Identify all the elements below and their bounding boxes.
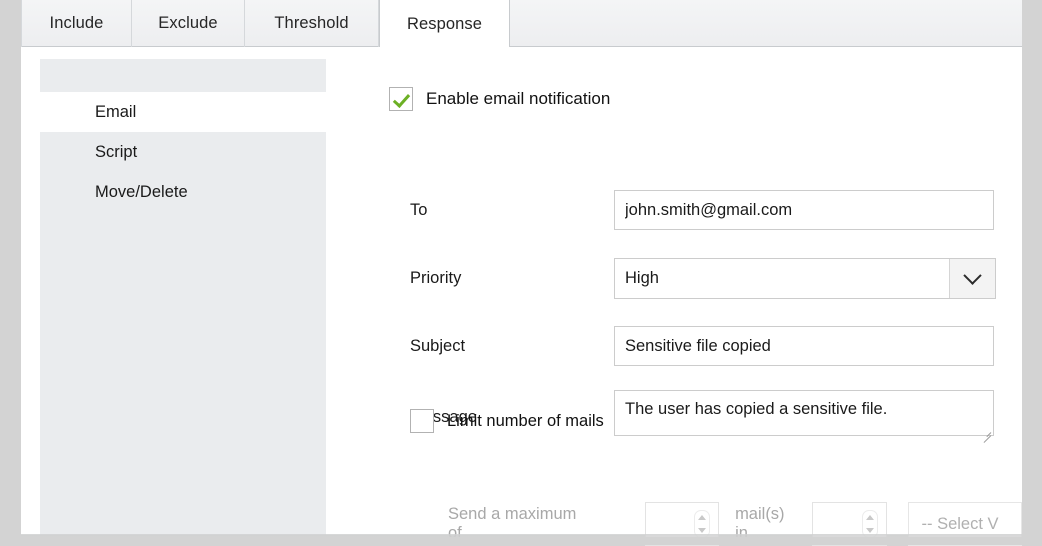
tab-label: Response (407, 15, 482, 34)
to-label: To (389, 201, 614, 220)
tab-label: Exclude (158, 14, 217, 33)
subject-input[interactable] (614, 326, 994, 366)
sidebar-item-label: Email (95, 103, 136, 122)
response-panel: Email Script Move/Delete Enable email no… (21, 47, 1022, 535)
response-sidebar: Email Script Move/Delete (40, 59, 326, 535)
priority-selected-value: High (615, 259, 949, 298)
to-input[interactable] (614, 190, 994, 230)
enable-email-checkbox[interactable] (389, 87, 413, 111)
priority-select[interactable]: High (614, 258, 996, 299)
tab-label: Threshold (274, 14, 348, 33)
sidebar-item-move-delete[interactable]: Move/Delete (40, 172, 326, 212)
tab-exclude[interactable]: Exclude (132, 0, 245, 47)
to-field-row: To (389, 190, 994, 230)
tab-label: Include (50, 14, 104, 33)
tab-threshold[interactable]: Threshold (245, 0, 379, 47)
message-textarea[interactable] (614, 390, 994, 436)
priority-field-row: Priority High (389, 258, 996, 299)
limit-mails-label: Limit number of mails (447, 412, 604, 431)
tab-response[interactable]: Response (379, 0, 510, 47)
bottom-page-margin (0, 537, 1042, 545)
limit-mails-row: Limit number of mails (410, 409, 604, 433)
chevron-down-icon (963, 266, 981, 284)
enable-email-row: Enable email notification (389, 87, 610, 111)
limit-mails-checkbox[interactable] (410, 409, 434, 433)
message-textarea-wrapper (614, 390, 994, 441)
application-window: Include Exclude Threshold Response Email… (0, 0, 1042, 545)
tab-include[interactable]: Include (21, 0, 132, 47)
right-page-margin (1022, 0, 1042, 545)
sidebar-item-email[interactable]: Email (40, 92, 347, 132)
enable-email-label: Enable email notification (426, 89, 610, 109)
sidebar-item-label: Script (95, 143, 137, 162)
subject-field-row: Subject (389, 326, 994, 366)
sidebar-item-script[interactable]: Script (40, 132, 326, 172)
sidebar-item-label: Move/Delete (95, 183, 188, 202)
email-settings-form: Enable email notification To Priority Hi… (389, 47, 1022, 535)
tab-bar: Include Exclude Threshold Response (21, 0, 1022, 47)
tab-list: Include Exclude Threshold Response (21, 0, 510, 47)
subject-label: Subject (389, 337, 614, 356)
priority-label: Priority (389, 269, 614, 288)
period-unit-placeholder: -- Select V (922, 515, 999, 534)
priority-dropdown-button[interactable] (949, 259, 995, 298)
